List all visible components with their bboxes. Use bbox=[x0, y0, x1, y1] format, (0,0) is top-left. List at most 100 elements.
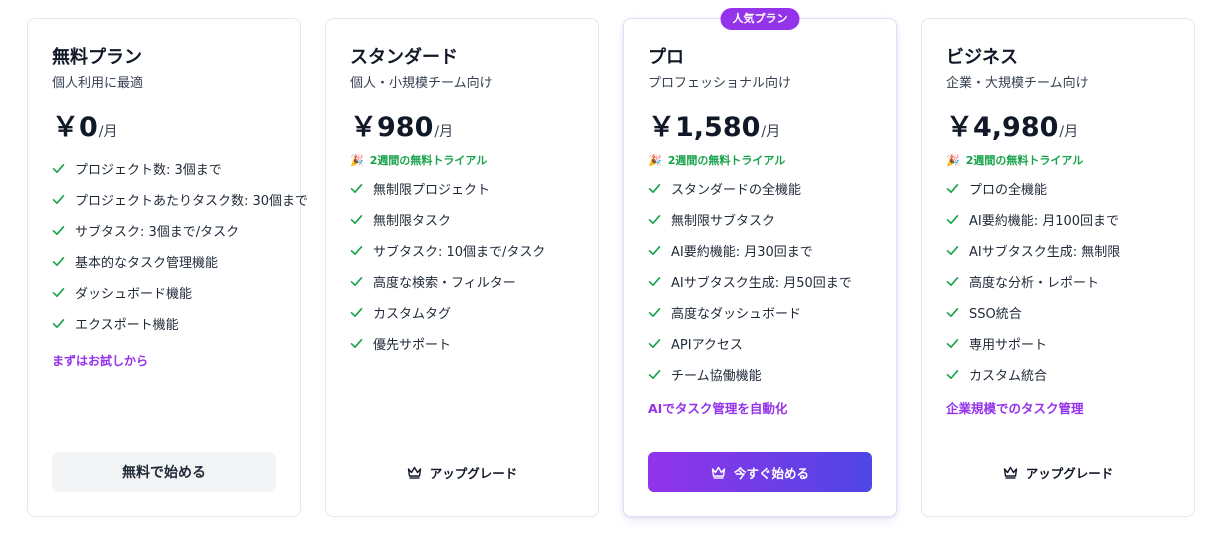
price-unit: /月 bbox=[98, 124, 118, 140]
feature-item: ダッシュボード機能 bbox=[52, 277, 276, 308]
feature-item: チーム協働機能 bbox=[648, 359, 872, 390]
crown-icon bbox=[1003, 466, 1018, 479]
price-amount: 4,980 bbox=[973, 112, 1059, 143]
plan-tagline: AIでタスク管理を自動化 bbox=[648, 401, 788, 416]
feature-item: 優先サポート bbox=[350, 328, 574, 359]
plan-name: 無料プラン bbox=[52, 47, 142, 68]
check-icon bbox=[52, 193, 65, 206]
feature-list: 無制限プロジェクト 無制限タスクサブタスク: 10個まで/タスク 高度な検索・フィル… bbox=[350, 173, 574, 359]
price-amount: 0 bbox=[79, 112, 98, 143]
feature-text: スタンダードの全機能 bbox=[671, 183, 802, 198]
plan-description: 個人利用に最適 bbox=[52, 76, 144, 91]
feature-text: 無制限タスク bbox=[373, 214, 452, 229]
trial-text: 2週間の無料トライアル bbox=[369, 154, 488, 167]
check-icon bbox=[52, 255, 65, 268]
feature-text: 基本的なタスク管理機能 bbox=[75, 256, 219, 271]
feature-item: プロジェクト数: 3個まで bbox=[52, 153, 276, 184]
feature-text: エクスポート機能 bbox=[75, 318, 179, 333]
plan-card-standard: スタンダード 個人・小規模チーム向け ￥ 980/月 🎉 2週間の無料トライアル 無制限プロ… bbox=[325, 18, 599, 517]
feature-text: プロの全機能 bbox=[969, 183, 1048, 198]
feature-text: APIアクセス bbox=[671, 338, 743, 353]
upgrade-button[interactable]: アップグレード bbox=[946, 452, 1170, 492]
plan-card-business: ビジネス 企業・大規模チーム向け ￥ 4,980/月 🎉 2週間の無料トライアル プロの全機… bbox=[921, 18, 1195, 517]
plan-card-pro: 人気プラン プロ プロフェッショナル向け ￥ 1,580/月 🎉 2週間の無料トライアル スタ… bbox=[623, 8, 897, 517]
feature-item: 高度な分析・レポート bbox=[946, 266, 1170, 297]
check-icon bbox=[946, 213, 959, 226]
feature-item: APIアクセス bbox=[648, 328, 872, 359]
check-icon bbox=[946, 337, 959, 350]
price: ￥ 1,580/月 bbox=[648, 105, 872, 145]
price-currency: ￥ bbox=[350, 112, 377, 143]
feature-item: サブタスク: 3個まで/タスク bbox=[52, 215, 276, 246]
start-now-button[interactable]: 今すぐ始める bbox=[648, 452, 872, 492]
feature-text: 無制限サブタスク bbox=[671, 214, 776, 229]
feature-text: カスタム統合 bbox=[969, 369, 1048, 384]
check-icon bbox=[946, 368, 959, 381]
feature-item: 高度な検索・フィルター bbox=[350, 266, 574, 297]
feature-item: AIサブタスク生成: 無制限 bbox=[946, 235, 1170, 266]
feature-text: 専用サポート bbox=[969, 338, 1048, 353]
check-icon bbox=[946, 244, 959, 257]
check-icon bbox=[350, 244, 363, 257]
price-currency: ￥ bbox=[648, 112, 675, 143]
plan-card-free: 無料プラン個人利用に最適 ￥ 0/月プロジェクト数: 3個までプロジェクトあたりタス… bbox=[27, 18, 308, 517]
upgrade-button[interactable]: アップグレード bbox=[350, 452, 574, 492]
trial-text: 2週間の無料トライアル bbox=[667, 154, 786, 167]
feature-text: チーム協働機能 bbox=[671, 369, 762, 384]
feature-item: 専用サポート bbox=[946, 328, 1170, 359]
feature-text: 優先サポート bbox=[373, 338, 452, 353]
check-icon bbox=[946, 306, 959, 319]
check-icon bbox=[52, 317, 65, 330]
feature-text: 無制限プロジェクト bbox=[373, 183, 491, 198]
trial-note: 🎉 2週間の無料トライアル bbox=[648, 151, 872, 169]
start-free-button[interactable]: 無料で始める bbox=[52, 452, 276, 492]
check-icon bbox=[648, 182, 661, 195]
feature-item: カスタム統合 bbox=[946, 359, 1170, 390]
feature-text: プロジェクトあたりタスク数: 30個まで bbox=[75, 194, 309, 209]
check-icon bbox=[648, 306, 661, 319]
check-icon bbox=[648, 275, 661, 288]
button-label: アップグレード bbox=[1025, 465, 1114, 481]
feature-text: AIサブタスク生成: 月50回まで bbox=[671, 276, 852, 291]
feature-text: サブタスク: 10個まで/タスク bbox=[373, 245, 546, 260]
feature-item: カスタムタグ bbox=[350, 297, 574, 328]
feature-text: ダッシュボード機能 bbox=[75, 287, 193, 302]
plan-description: 企業・大規模チーム向け bbox=[946, 76, 1089, 91]
button-label: 今すぐ始める bbox=[733, 465, 809, 481]
check-icon bbox=[350, 275, 363, 288]
check-icon bbox=[350, 182, 363, 195]
crown-icon bbox=[711, 466, 726, 479]
check-icon bbox=[52, 286, 65, 299]
price-amount: 980 bbox=[377, 112, 434, 143]
plan-name: スタンダード bbox=[350, 47, 458, 68]
plan-description: プロフェッショナル向け bbox=[648, 76, 792, 91]
feature-text: プロジェクト数: 3個まで bbox=[75, 163, 222, 178]
price: ￥ 4,980/月 bbox=[946, 105, 1170, 145]
feature-item: 高度なダッシュボード bbox=[648, 297, 872, 328]
feature-item: 基本的なタスク管理機能 bbox=[52, 246, 276, 277]
feature-item: 無制限タスク bbox=[350, 204, 574, 235]
popular-badge: 人気プラン bbox=[720, 8, 800, 30]
price-unit: /月 bbox=[761, 124, 781, 140]
check-icon bbox=[350, 213, 363, 226]
check-icon bbox=[648, 244, 661, 257]
feature-item: AI要約機能: 月30回まで bbox=[648, 235, 872, 266]
feature-text: 高度な検索・フィルター bbox=[373, 276, 516, 291]
check-icon bbox=[52, 162, 65, 175]
feature-item: エクスポート機能 bbox=[52, 308, 276, 339]
check-icon bbox=[946, 275, 959, 288]
price-currency: ￥ bbox=[52, 112, 79, 143]
trial-text: 2週間の無料トライアル bbox=[965, 154, 1084, 167]
feature-text: AI要約機能: 月30回まで bbox=[671, 245, 813, 260]
party-popper-icon: 🎉 bbox=[648, 153, 662, 167]
check-icon bbox=[350, 306, 363, 319]
price-currency: ￥ bbox=[946, 112, 973, 143]
feature-list: プロの全機能 AI要約機能: 月100回まで AIサブタスク生成: 無制限 高度な分析… bbox=[946, 173, 1170, 390]
feature-item: AIサブタスク生成: 月50回まで bbox=[648, 266, 872, 297]
feature-item: スタンダードの全機能 bbox=[648, 173, 872, 204]
price-unit: /月 bbox=[1059, 124, 1079, 140]
check-icon bbox=[648, 213, 661, 226]
feature-text: 高度なダッシュボード bbox=[671, 307, 802, 322]
check-icon bbox=[648, 337, 661, 350]
button-label: 無料で始める bbox=[122, 465, 206, 481]
